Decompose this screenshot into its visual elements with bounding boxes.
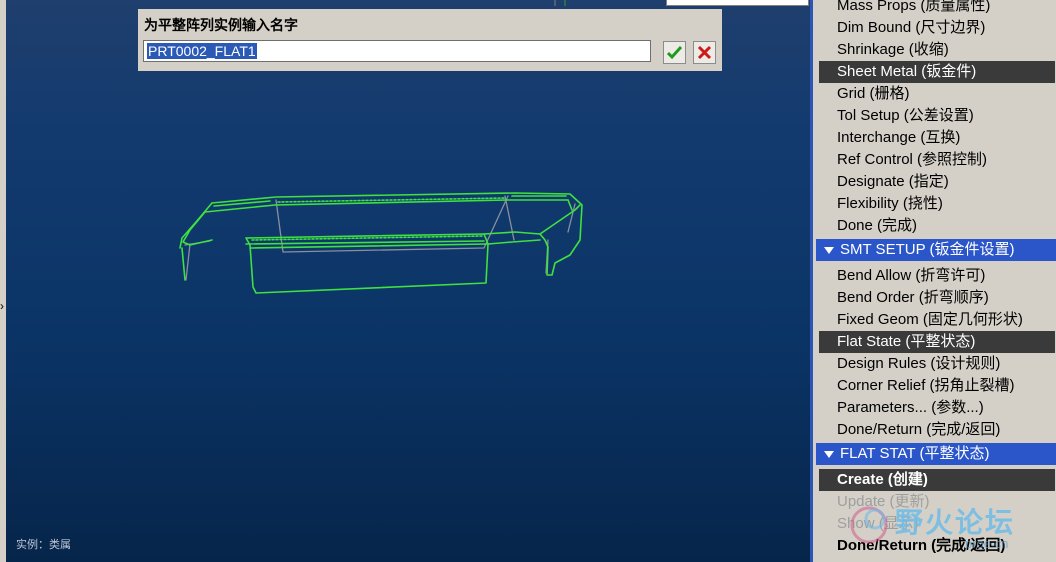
flat-stat-item: Update (更新) <box>837 493 930 510</box>
flat-stat-item[interactable]: Create (创建) <box>819 469 1055 491</box>
toolbar-divider-icon <box>554 0 566 6</box>
part-setup-item[interactable]: Dim Bound (尺寸边界) <box>819 17 1055 39</box>
part-setup-item[interactable]: Ref Control (参照控制) <box>819 149 1055 171</box>
top-input-field[interactable] <box>666 0 809 6</box>
smt-setup-item[interactable]: Bend Order (折弯顺序) <box>819 287 1055 309</box>
prompt-label: 为平整阵列实例输入名字 <box>144 18 298 34</box>
accept-button[interactable] <box>663 41 686 64</box>
cancel-button[interactable] <box>693 41 716 64</box>
flat-stat-header[interactable]: FLAT STAT (平整状态) <box>816 443 1056 465</box>
checkmark-icon <box>666 45 683 60</box>
smt-setup-item[interactable]: Parameters... (参数...) <box>819 397 1055 419</box>
part-setup-item[interactable]: Tol Setup (公差设置) <box>819 105 1055 127</box>
smt-setup-item[interactable]: Bend Allow (折弯许可) <box>819 265 1055 287</box>
collapse-triangle-icon <box>824 451 834 458</box>
smt-setup-item[interactable]: Fixed Geom (固定几何形状) <box>819 309 1055 331</box>
instance-status-label: 实例：类属 <box>16 538 71 551</box>
flat-stat-item: Show (显示) <box>837 515 919 532</box>
name-prompt-dialog: 为平整阵列实例输入名字 PRT0002_FLAT1 <box>138 9 722 71</box>
menu-manager: Mass Props (质量属性) Dim Bound (尺寸边界) Shrinka… <box>810 0 1056 562</box>
smt-setup-item[interactable]: Done/Return (完成/返回) <box>819 419 1055 441</box>
part-setup-item[interactable]: Done (完成) <box>819 215 1055 237</box>
instance-name-value[interactable]: PRT0002_FLAT1 <box>147 43 257 59</box>
part-setup-item[interactable]: Interchange (互换) <box>819 127 1055 149</box>
smt-setup-item[interactable]: Corner Relief (拐角止裂槽) <box>819 375 1055 397</box>
collapse-triangle-icon <box>824 247 834 254</box>
part-setup-item[interactable]: Designate (指定) <box>819 171 1055 193</box>
flat-stat-item[interactable]: Done/Return (完成/返回) <box>819 535 1055 557</box>
sheet-metal-model[interactable] <box>0 0 810 562</box>
instance-name-input[interactable]: PRT0002_FLAT1 <box>143 40 651 62</box>
graphics-viewport[interactable]: 实例：类属 <box>0 0 810 562</box>
collapse-arrow-icon[interactable]: › <box>0 300 4 312</box>
close-icon <box>697 45 712 60</box>
smt-setup-item[interactable]: Flat State (平整状态) <box>819 331 1055 353</box>
part-setup-item[interactable]: Shrinkage (收缩) <box>819 39 1055 61</box>
part-setup-item[interactable]: Grid (栅格) <box>819 83 1055 105</box>
viewport-left-border <box>0 0 6 562</box>
part-setup-item[interactable]: Mass Props (质量属性) <box>819 0 1055 17</box>
smt-setup-item[interactable]: Design Rules (设计规则) <box>819 353 1055 375</box>
part-setup-item[interactable]: Flexibility (挠性) <box>819 193 1055 215</box>
part-setup-item[interactable]: Sheet Metal (钣金件) <box>819 61 1055 83</box>
smt-setup-header[interactable]: SMT SETUP (钣金件设置) <box>816 239 1056 261</box>
